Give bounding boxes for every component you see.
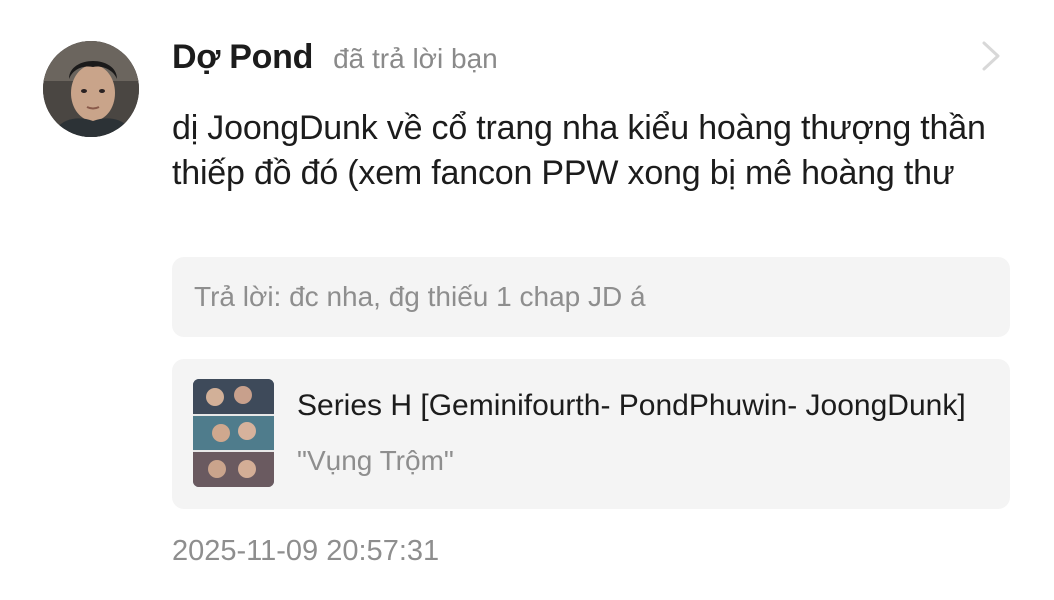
story-title: Series H [Geminifourth- PondPhuwin- Joon… [297,389,966,422]
chapter-title: "Vụng Trộm" [297,445,454,476]
username[interactable]: Dợ Pond [172,38,313,77]
action-text: đã trả lời bạn [333,43,498,74]
quoted-reply[interactable]: Trả lời: đc nha, đg thiếu 1 chap JD á [172,257,1010,337]
reply-notification-item[interactable]: Dợ Pond đã trả lời bạn dị JoongDunk về c… [0,0,1054,600]
reply-message: dị JoongDunk về cổ trang nha kiểu hoàng … [172,109,986,192]
user-avatar[interactable] [43,41,139,137]
timestamp: 2025-11-09 20:57:31 [172,535,440,567]
avatar-photo [43,41,139,137]
notification-header: Dợ Pond đã trả lời bạn [172,38,498,80]
quoted-reply-text: Trả lời: đc nha, đg thiếu 1 chap JD á [194,281,646,312]
story-cover-thumbnail [193,379,274,487]
chevron-right-icon[interactable] [976,38,1006,74]
story-card[interactable]: Series H [Geminifourth- PondPhuwin- Joon… [172,359,1010,509]
